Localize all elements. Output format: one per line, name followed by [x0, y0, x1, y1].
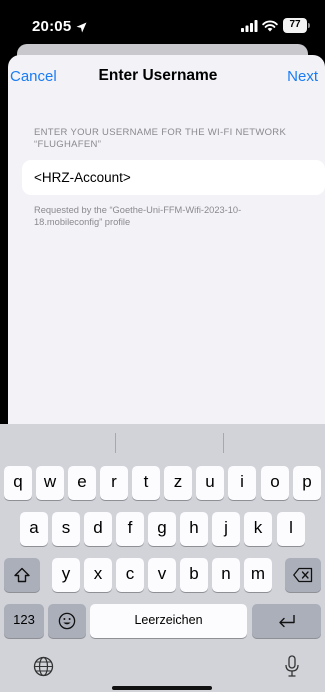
key-a[interactable]: a — [20, 512, 48, 546]
key-n[interactable]: n — [212, 558, 240, 592]
delete-key[interactable] — [285, 558, 321, 592]
globe-icon[interactable] — [33, 656, 54, 682]
emoji-key[interactable] — [48, 604, 86, 638]
location-arrow-icon — [76, 20, 87, 38]
key-t[interactable]: t — [132, 466, 160, 500]
profile-footnote: Requested by the “Goethe-Uni-FFM-Wifi-20… — [34, 205, 242, 227]
page-title: Enter Username — [98, 67, 218, 84]
return-key[interactable] — [252, 604, 321, 638]
signal-bars-icon — [241, 19, 258, 37]
key-e[interactable]: e — [68, 466, 96, 500]
suggestion-divider — [115, 433, 116, 453]
username-field[interactable]: <HRZ-Account> — [22, 160, 325, 195]
battery-level: 77 — [289, 19, 301, 30]
key-c[interactable]: c — [116, 558, 144, 592]
key-d[interactable]: d — [84, 512, 112, 546]
key-s[interactable]: s — [52, 512, 80, 546]
home-indicator — [112, 686, 212, 690]
suggestion-divider — [223, 433, 224, 453]
space-key[interactable]: Leerzeichen — [90, 604, 247, 638]
key-u[interactable]: u — [196, 466, 224, 500]
suggestion-bar — [0, 424, 325, 458]
wifi-icon — [262, 19, 278, 37]
next-button[interactable]: Next — [287, 68, 318, 85]
keyboard: q w e r t z u i o p a s d f g h j k l y … — [0, 424, 325, 692]
key-g[interactable]: g — [148, 512, 176, 546]
numbers-key[interactable]: 123 — [4, 604, 44, 638]
key-b[interactable]: b — [180, 558, 208, 592]
key-q[interactable]: q — [4, 466, 32, 500]
username-value: <HRZ-Account> — [34, 170, 131, 185]
key-y[interactable]: y — [52, 558, 80, 592]
status-time: 20:05 — [32, 18, 72, 35]
key-o[interactable]: o — [261, 466, 289, 500]
key-p[interactable]: p — [293, 466, 321, 500]
status-bar: 20:05 77 — [0, 0, 325, 46]
key-z[interactable]: z — [164, 466, 192, 500]
key-j[interactable]: j — [212, 512, 240, 546]
microphone-icon[interactable] — [284, 655, 300, 683]
key-x[interactable]: x — [84, 558, 112, 592]
section-header: ENTER YOUR USERNAME FOR THE WI-FI NETWOR… — [34, 127, 287, 150]
key-i[interactable]: i — [228, 466, 256, 500]
key-v[interactable]: v — [148, 558, 176, 592]
key-m[interactable]: m — [244, 558, 272, 592]
key-k[interactable]: k — [244, 512, 272, 546]
shift-key[interactable] — [4, 558, 40, 592]
battery-icon: 77 — [283, 18, 310, 33]
key-f[interactable]: f — [116, 512, 144, 546]
key-l[interactable]: l — [277, 512, 305, 546]
key-w[interactable]: w — [36, 466, 64, 500]
key-h[interactable]: h — [180, 512, 208, 546]
key-r[interactable]: r — [100, 466, 128, 500]
